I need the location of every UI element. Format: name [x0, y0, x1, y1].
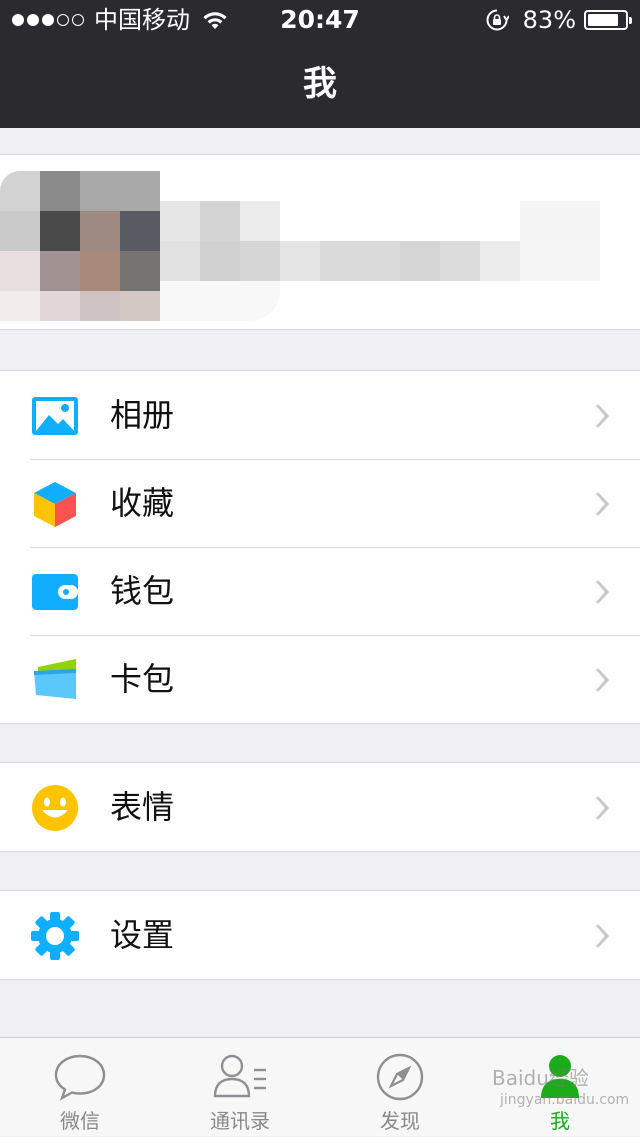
card-pack-icon [34, 659, 76, 699]
menu-item-label: 收藏 [110, 484, 175, 522]
tab-contacts[interactable]: 通讯录 [160, 1038, 320, 1137]
watermark: Baidu经验 [492, 1066, 589, 1090]
chevron-right-icon [595, 923, 610, 949]
menu-group-3: 设置 [0, 890, 640, 980]
menu-item-label: 钱包 [110, 572, 175, 610]
menu-item-label: 设置 [110, 916, 175, 954]
favorites-cube-icon [34, 482, 76, 527]
chevron-right-icon [595, 667, 610, 693]
menu-item-stickers[interactable]: 表情 [0, 763, 640, 851]
chat-bubble-icon [54, 1054, 106, 1101]
menu-group-2: 表情 [0, 762, 640, 852]
chevron-right-icon [595, 795, 610, 821]
tab-discover[interactable]: 发现 [320, 1038, 480, 1137]
tab-label: 通讯录 [210, 1109, 270, 1133]
menu-item-card-pack[interactable]: 卡包 [0, 635, 640, 723]
rotation-lock-icon [486, 9, 509, 31]
header: 中国移动 20:47 83% 我 [0, 0, 640, 128]
compass-icon [376, 1053, 424, 1101]
chevron-right-icon [595, 491, 610, 517]
status-bar: 中国移动 20:47 83% [0, 0, 640, 40]
menu-item-label: 相册 [110, 396, 175, 434]
menu-group-1: 相册 收藏 钱包 卡包 [0, 370, 640, 724]
battery-icon [584, 10, 632, 30]
photo-album-icon [32, 397, 78, 435]
menu-item-album[interactable]: 相册 [0, 371, 640, 459]
menu-item-settings[interactable]: 设置 [0, 891, 640, 979]
battery-fill [588, 14, 618, 26]
wallet-icon [32, 574, 78, 610]
smiley-icon [32, 785, 78, 831]
battery-percent: 83% [522, 6, 576, 34]
menu-item-label: 表情 [110, 788, 175, 826]
menu-item-wallet[interactable]: 钱包 [0, 547, 640, 635]
menu-item-favorites[interactable]: 收藏 [0, 459, 640, 547]
tab-chats[interactable]: 微信 [0, 1038, 160, 1137]
tab-label: 发现 [380, 1109, 420, 1133]
profile-card[interactable] [0, 154, 640, 330]
menu-item-label: 卡包 [110, 660, 175, 698]
contacts-icon [213, 1054, 266, 1098]
tab-label: 我 [550, 1109, 570, 1133]
chevron-right-icon [595, 579, 610, 605]
watermark-url: jingyan.baidu.com [500, 1092, 630, 1108]
chevron-right-icon [595, 403, 610, 429]
tab-label: 微信 [60, 1109, 100, 1133]
gear-icon [31, 912, 79, 960]
page-title: 我 [303, 64, 337, 104]
